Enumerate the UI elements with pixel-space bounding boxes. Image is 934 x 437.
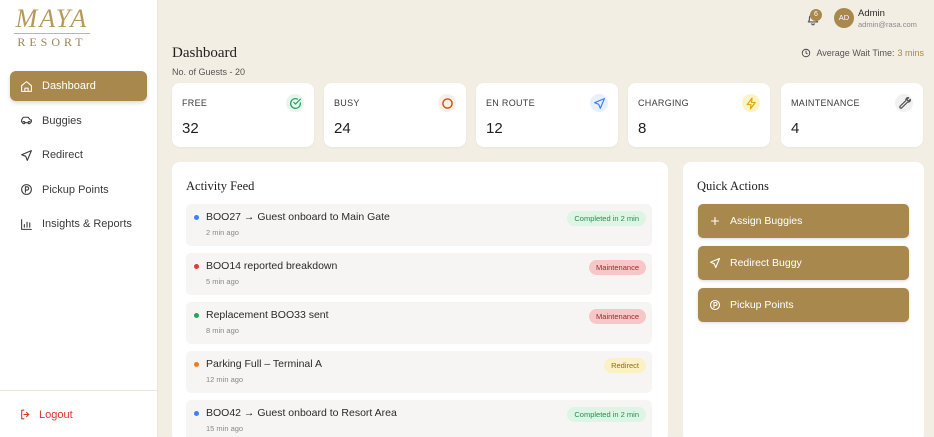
status-badge: Completed in 2 min	[567, 211, 646, 226]
list-item[interactable]: BOO27 → Guest onboard to Main Gate 2 min…	[186, 204, 652, 246]
feed-text: Parking Full – Terminal A	[206, 358, 322, 370]
stat-card-maintenance[interactable]: MAINTENANCE 4	[781, 83, 923, 147]
feed-time: 5 min ago	[206, 277, 239, 286]
notification-badge: 6	[810, 9, 822, 21]
lightning-icon	[746, 96, 756, 110]
button-label: Assign Buggies	[730, 215, 803, 227]
feed-time: 2 min ago	[206, 228, 239, 237]
pickup-points-button[interactable]: Pickup Points	[698, 288, 909, 322]
quick-actions-panel: Quick Actions Assign Buggies Redirect Bu…	[683, 162, 924, 437]
status-badge: Redirect	[604, 358, 646, 373]
list-item[interactable]: BOO42 → Guest onboard to Resort Area 15 …	[186, 400, 652, 437]
stat-label: EN ROUTE	[486, 98, 535, 108]
sidebar-item-pickup-points[interactable]: Pickup Points	[10, 175, 147, 205]
stat-icon-wrap	[742, 94, 760, 112]
parking-icon	[21, 184, 32, 195]
sidebar-item-label: Dashboard	[42, 80, 96, 92]
circle-icon	[441, 97, 453, 109]
stat-card-en-route[interactable]: EN ROUTE 12	[476, 83, 618, 147]
wait-value: 3 mins	[897, 48, 924, 58]
activity-feed-panel: Activity Feed BOO27 → Guest onboard to M…	[172, 162, 668, 437]
stat-icon-wrap	[438, 94, 456, 112]
parking-icon	[709, 299, 721, 311]
stat-value: 12	[486, 120, 503, 137]
logout-button[interactable]: Logout	[19, 408, 73, 421]
clock-icon	[802, 48, 811, 58]
sidebar-item-buggies[interactable]: Buggies	[10, 106, 147, 136]
sidebar-item-redirect[interactable]: Redirect	[10, 140, 147, 170]
redirect-buggy-button[interactable]: Redirect Buggy	[698, 246, 909, 280]
navigation-icon	[593, 97, 605, 109]
sidebar-nav: Dashboard Buggies Redirect Pickup Points…	[10, 71, 147, 244]
wait-label: Average Wait Time:	[816, 48, 895, 58]
navigation-icon	[21, 149, 32, 161]
stat-card-charging[interactable]: CHARGING 8	[628, 83, 770, 147]
list-item[interactable]: Parking Full – Terminal A 12 min ago Red…	[186, 351, 652, 393]
activity-feed-title: Activity Feed	[186, 179, 255, 193]
average-wait-time: Average Wait Time: 3 mins	[801, 48, 924, 58]
stat-label: MAINTENANCE	[791, 98, 860, 108]
status-dot	[194, 264, 199, 269]
status-badge: Maintenance	[589, 260, 646, 275]
button-label: Redirect Buggy	[730, 257, 802, 269]
page-title: Dashboard	[172, 45, 237, 61]
sidebar-item-dashboard[interactable]: Dashboard	[10, 71, 147, 101]
stat-icon-wrap	[895, 94, 913, 112]
user-name: Admin	[858, 8, 885, 19]
plus-icon	[710, 216, 720, 226]
list-item[interactable]: BOO14 reported breakdown 5 min ago Maint…	[186, 253, 652, 295]
status-badge: Completed in 2 min	[567, 407, 646, 422]
feed-text: BOO42 → Guest onboard to Resort Area	[206, 407, 397, 419]
feed-time: 12 min ago	[206, 375, 244, 384]
sidebar-item-insights[interactable]: Insights & Reports	[10, 209, 147, 239]
check-circle-icon	[289, 97, 301, 109]
user-email: admin@rasa.com	[858, 20, 917, 29]
quick-actions-title: Quick Actions	[697, 179, 769, 193]
sidebar: MAYA RESORT Dashboard Buggies Redirect P…	[0, 0, 158, 437]
feed-time: 8 min ago	[206, 326, 239, 335]
list-item[interactable]: Replacement BOO33 sent 8 min ago Mainten…	[186, 302, 652, 344]
navigation-icon	[709, 257, 721, 269]
buggy-icon	[21, 116, 32, 125]
status-dot	[194, 411, 199, 416]
brand-sub: RESORT	[17, 35, 87, 49]
stat-card-free[interactable]: FREE 32	[172, 83, 314, 147]
stat-icon-wrap	[590, 94, 608, 112]
feed-text: Replacement BOO33 sent	[206, 309, 329, 321]
stat-label: CHARGING	[638, 98, 689, 108]
stat-label: FREE	[182, 98, 208, 108]
avatar[interactable]: AD	[834, 8, 854, 28]
guest-count: No. of Guests - 20	[172, 67, 246, 77]
stat-value: 24	[334, 120, 351, 137]
feed-time: 15 min ago	[206, 424, 244, 433]
stat-card-busy[interactable]: BUSY 24	[324, 83, 466, 147]
logout-label: Logout	[39, 408, 73, 421]
feed-text: BOO14 reported breakdown	[206, 260, 338, 272]
status-dot	[194, 362, 199, 367]
logout-icon	[21, 409, 30, 420]
sidebar-item-label: Pickup Points	[42, 183, 109, 196]
feed-text: BOO27 → Guest onboard to Main Gate	[206, 211, 390, 223]
logout-section: Logout	[0, 390, 158, 437]
stat-label: BUSY	[334, 98, 360, 108]
brand-logo[interactable]: MAYA RESORT	[14, 6, 90, 49]
sidebar-item-label: Redirect	[42, 149, 83, 161]
brand-name: MAYA	[15, 4, 89, 33]
status-dot	[194, 313, 199, 318]
home-icon	[21, 80, 32, 92]
stat-value: 4	[791, 120, 800, 137]
bar-chart-icon	[21, 218, 32, 230]
brand-divider	[14, 33, 90, 34]
assign-buggies-button[interactable]: Assign Buggies	[698, 204, 909, 238]
stat-icon-wrap	[286, 94, 304, 112]
sidebar-item-label: Buggies	[42, 114, 82, 127]
wrench-icon	[898, 96, 911, 109]
stat-value: 32	[182, 120, 199, 137]
button-label: Pickup Points	[730, 299, 794, 311]
stat-value: 8	[638, 120, 647, 137]
status-dot	[194, 215, 199, 220]
status-badge: Maintenance	[589, 309, 646, 324]
sidebar-item-label: Insights & Reports	[42, 218, 132, 230]
